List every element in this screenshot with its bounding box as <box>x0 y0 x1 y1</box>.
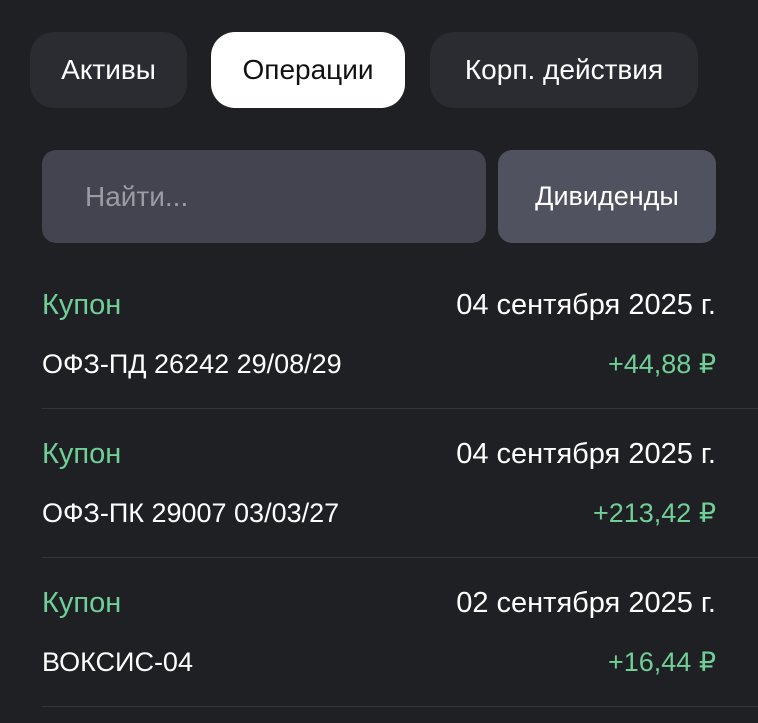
operations-list: Купон 04 сентября 2025 г. ОФЗ-ПД 26242 2… <box>42 260 758 707</box>
operation-type: Купон <box>42 438 122 470</box>
search-input[interactable] <box>85 180 465 213</box>
operation-instrument: ВОКСИС-04 <box>42 647 193 677</box>
operation-item[interactable]: Купон 02 сентября 2025 г. ВОКСИС-04 +16,… <box>42 558 758 707</box>
dividends-filter-button[interactable]: Дивиденды <box>498 150 716 243</box>
operation-instrument: ОФЗ-ПК 29007 03/03/27 <box>42 498 340 528</box>
operation-amount: +44,88 ₽ <box>607 349 716 379</box>
operation-date: 04 сентября 2025 г. <box>456 438 716 470</box>
search-row: Дивиденды <box>42 150 716 243</box>
tab-corporate-actions[interactable]: Корп. действия <box>430 32 698 108</box>
operation-amount: +213,42 ₽ <box>592 498 716 528</box>
operation-amount: +16,44 ₽ <box>607 647 716 677</box>
tab-bar: Активы Операции Корп. действия <box>30 32 758 108</box>
tab-assets[interactable]: Активы <box>30 32 187 108</box>
operation-type: Купон <box>42 587 122 619</box>
operation-date: 02 сентября 2025 г. <box>456 587 716 619</box>
operation-type: Купон <box>42 289 122 321</box>
operation-date: 04 сентября 2025 г. <box>456 289 716 321</box>
operation-item[interactable]: Купон 04 сентября 2025 г. ОФЗ-ПК 29007 0… <box>42 409 758 558</box>
operation-item[interactable]: Купон 04 сентября 2025 г. ОФЗ-ПД 26242 2… <box>42 260 758 409</box>
search-box[interactable] <box>42 150 486 243</box>
operation-instrument: ОФЗ-ПД 26242 29/08/29 <box>42 349 342 379</box>
tab-operations[interactable]: Операции <box>211 32 405 108</box>
